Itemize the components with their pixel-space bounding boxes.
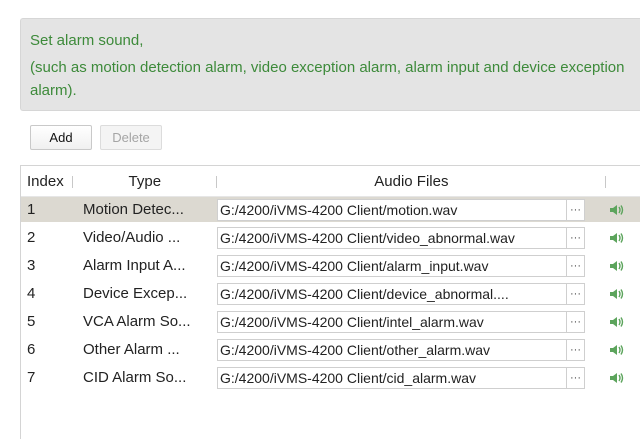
audio-file-input[interactable]: G:/4200/iVMS-4200 Client/device_abnormal… <box>217 282 567 305</box>
row-type: Other Alarm ... <box>83 341 180 358</box>
header-index-label: Index <box>27 172 64 190</box>
header-index[interactable]: Index <box>21 166 73 196</box>
audio-file-input[interactable]: G:/4200/iVMS-4200 Client/alarm_input.wav <box>217 254 567 277</box>
row-index: 2 <box>27 229 36 246</box>
speaker-icon[interactable] <box>603 287 631 301</box>
header-type-label: Type <box>128 172 162 190</box>
browse-button[interactable]: ··· <box>567 254 585 277</box>
info-title: Set alarm sound, <box>30 32 144 49</box>
delete-button[interactable]: Delete <box>100 125 162 150</box>
row-index: 6 <box>27 341 36 358</box>
table-row[interactable]: 2 Video/Audio ... G:/4200/iVMS-4200 Client… <box>21 225 640 250</box>
info-description: (such as motion detection alarm, video e… <box>30 59 625 99</box>
table-row[interactable]: 6 Other Alarm ... G:/4200/iVMS-4200 Client… <box>21 337 640 362</box>
audio-file-input[interactable]: G:/4200/iVMS-4200 Client/other_alarm.wav <box>217 338 567 361</box>
info-panel: Set alarm sound, (such as motion detecti… <box>20 18 640 111</box>
speaker-icon[interactable] <box>603 231 631 245</box>
row-type: Device Excep... <box>83 285 188 302</box>
table-row[interactable]: 7 CID Alarm So... G:/4200/iVMS-4200 Client… <box>21 365 640 390</box>
table-row[interactable]: 5 VCA Alarm So... G:/4200/iVMS-4200 Client… <box>21 309 640 334</box>
row-index: 7 <box>27 369 36 386</box>
browse-button[interactable]: ··· <box>567 366 585 389</box>
table-row[interactable]: 4 Device Excep... G:/4200/iVMS-4200 Client… <box>21 281 640 306</box>
header-type[interactable]: Type <box>73 166 217 196</box>
header-play <box>606 166 640 196</box>
speaker-icon[interactable] <box>603 203 631 217</box>
audio-file-input[interactable]: G:/4200/iVMS-4200 Client/intel_alarm.wav <box>217 310 567 333</box>
header-audio-files[interactable]: Audio Files <box>217 166 607 196</box>
browse-button[interactable]: ··· <box>567 198 585 221</box>
alarm-sound-table: Index Type Audio Files 1 Motion Detec... G… <box>20 165 640 439</box>
add-button[interactable]: Add <box>30 125 92 150</box>
browse-button[interactable]: ··· <box>567 310 585 333</box>
browse-button[interactable]: ··· <box>567 338 585 361</box>
toolbar: Add Delete <box>30 125 162 150</box>
audio-file-input[interactable]: G:/4200/iVMS-4200 Client/motion.wav <box>217 198 567 221</box>
row-index: 5 <box>27 313 36 330</box>
row-type: Video/Audio ... <box>83 229 181 246</box>
row-type: VCA Alarm So... <box>83 313 191 330</box>
row-type: Alarm Input A... <box>83 257 186 274</box>
row-index: 1 <box>27 201 36 218</box>
table-body: 1 Motion Detec... G:/4200/iVMS-4200 Client… <box>21 197 640 390</box>
table-row[interactable]: 3 Alarm Input A... G:/4200/iVMS-4200 Clien… <box>21 253 640 278</box>
table-header: Index Type Audio Files <box>21 166 640 197</box>
audio-file-input[interactable]: G:/4200/iVMS-4200 Client/video_abnormal.… <box>217 226 567 249</box>
table-row[interactable]: 1 Motion Detec... G:/4200/iVMS-4200 Client… <box>21 197 640 222</box>
speaker-icon[interactable] <box>603 371 631 385</box>
speaker-icon[interactable] <box>603 315 631 329</box>
row-index: 4 <box>27 285 36 302</box>
header-audio-files-label: Audio Files <box>374 172 449 190</box>
row-type: CID Alarm So... <box>83 369 187 386</box>
speaker-icon[interactable] <box>603 343 631 357</box>
browse-button[interactable]: ··· <box>567 226 585 249</box>
audio-file-input[interactable]: G:/4200/iVMS-4200 Client/cid_alarm.wav <box>217 366 567 389</box>
browse-button[interactable]: ··· <box>567 282 585 305</box>
row-type: Motion Detec... <box>83 201 184 218</box>
row-index: 3 <box>27 257 36 274</box>
speaker-icon[interactable] <box>603 259 631 273</box>
